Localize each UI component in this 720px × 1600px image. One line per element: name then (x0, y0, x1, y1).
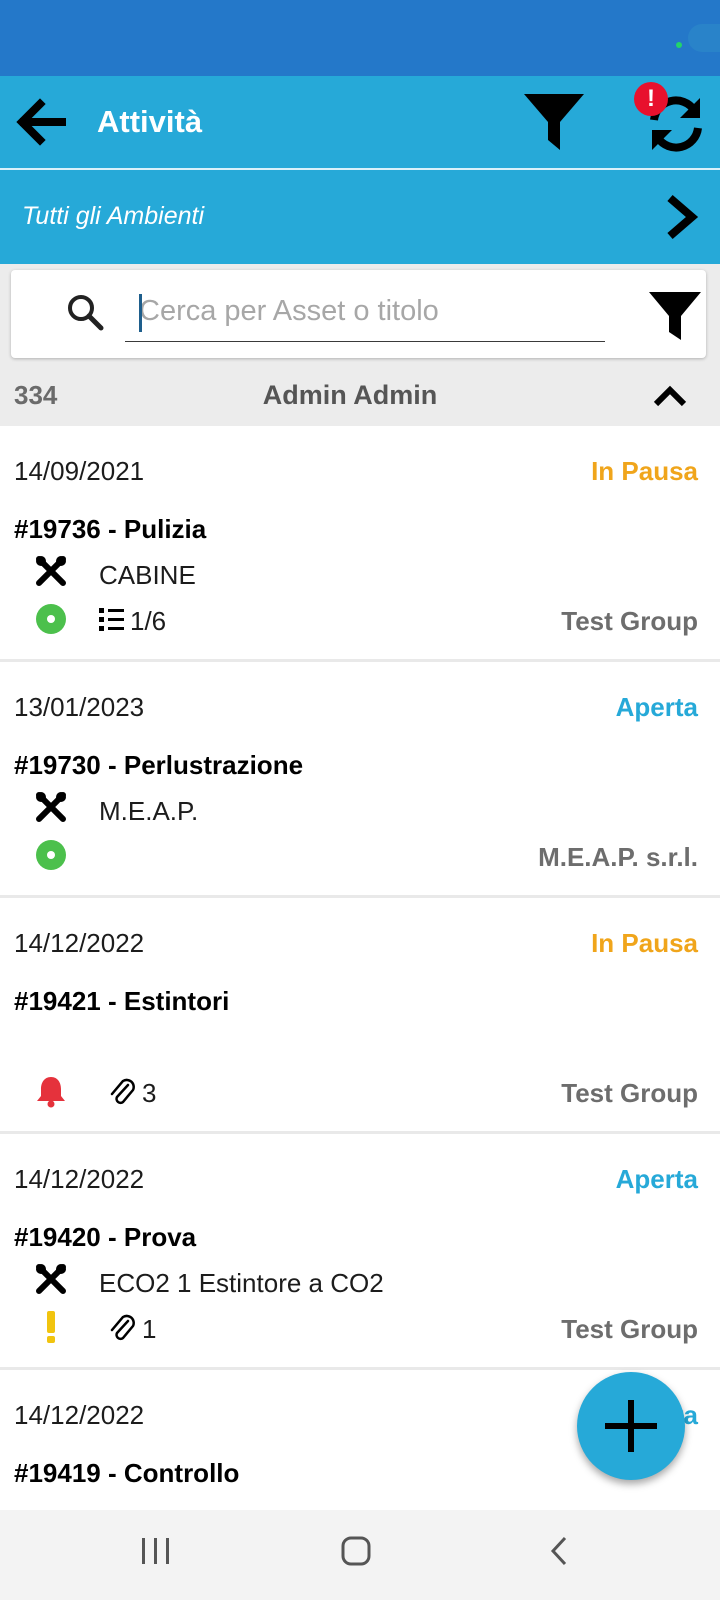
arrow-back-icon (16, 98, 66, 146)
item-title: #19736 - Pulizia (14, 514, 207, 544)
exclamation-icon (47, 1311, 55, 1343)
item-group: M.E.A.P. s.r.l. (538, 842, 698, 872)
text-cursor (139, 294, 142, 332)
add-activity-button[interactable] (577, 1372, 685, 1480)
back-nav-icon[interactable] (547, 1534, 571, 1568)
item-date: 13/01/2023 (14, 692, 145, 722)
item-asset: ECO2 1 Estintore a CO2 (99, 1268, 384, 1298)
home-icon[interactable] (340, 1534, 372, 1568)
plus-icon (605, 1400, 657, 1452)
item-meta: 1 (142, 1314, 157, 1344)
filter-icon (524, 94, 584, 150)
status-indicator-dot (676, 42, 682, 48)
item-group: Test Group (561, 1314, 698, 1344)
item-title: #19420 - Prova (14, 1222, 197, 1252)
list-item[interactable]: 14/09/2021 In Pausa #19736 - Pulizia CAB… (0, 426, 720, 662)
status-bar-icon (688, 24, 720, 52)
item-status: Aperta (615, 1164, 698, 1194)
item-date: 14/12/2022 (14, 1400, 145, 1430)
environment-selector[interactable]: Tutti gli Ambienti (0, 170, 720, 264)
filter-button[interactable] (522, 90, 586, 154)
bell-icon (37, 1077, 65, 1108)
search-area (0, 264, 720, 364)
item-asset: CABINE (99, 560, 196, 590)
item-asset: M.E.A.P. (99, 796, 199, 826)
group-name: Admin Admin (262, 380, 438, 410)
list-item[interactable]: 13/01/2023 Aperta #19730 - Perlustrazion… (0, 662, 720, 898)
chevron-up-icon[interactable] (652, 382, 688, 408)
app-bar: Attività ! (0, 76, 720, 170)
system-navigation-bar (0, 1510, 720, 1600)
item-title: #19421 - Estintori (14, 986, 230, 1016)
item-date: 14/12/2022 (14, 1164, 145, 1194)
environment-label: Tutti gli Ambienti (22, 202, 205, 230)
item-title: #19419 - Controllo (14, 1458, 240, 1488)
item-status: In Pausa (591, 456, 698, 486)
item-title: #19730 - Perlustrazione (14, 750, 304, 780)
item-meta: 1/6 (130, 606, 167, 636)
green-dot-icon (36, 840, 66, 870)
group-header[interactable]: 334 Admin Admin (0, 364, 720, 426)
tools-icon (36, 1264, 66, 1294)
item-status: Aperta (615, 692, 698, 722)
page-title: Attività (97, 104, 203, 139)
item-date: 14/09/2021 (14, 456, 145, 486)
item-date: 14/12/2022 (14, 928, 145, 958)
item-group: Test Group (561, 606, 698, 636)
search-card (11, 270, 706, 358)
notification-badge: ! (634, 82, 668, 116)
green-dot-icon (36, 604, 66, 634)
paperclip-icon (110, 1078, 135, 1105)
list-item[interactable]: 14/12/2022 In Pausa #19421 - Estintori 3… (0, 898, 720, 1134)
back-button[interactable] (12, 96, 68, 148)
item-meta: 3 (142, 1078, 157, 1108)
item-group: Test Group (561, 1078, 698, 1108)
paperclip-icon (110, 1314, 135, 1341)
chevron-right-icon (667, 194, 699, 240)
search-input[interactable] (125, 282, 605, 342)
activity-list: 14/09/2021 In Pausa #19736 - Pulizia CAB… (0, 426, 720, 1510)
status-bar (0, 0, 720, 76)
filter-icon[interactable] (645, 288, 705, 344)
checklist-icon (99, 608, 124, 631)
tools-icon (36, 556, 66, 586)
tools-icon (36, 792, 66, 822)
search-icon (68, 295, 104, 331)
recent-apps-icon[interactable] (140, 1536, 172, 1566)
item-status: In Pausa (591, 928, 698, 958)
list-item[interactable]: 14/12/2022 Aperta #19420 - Prova ECO2 1 … (0, 1134, 720, 1370)
